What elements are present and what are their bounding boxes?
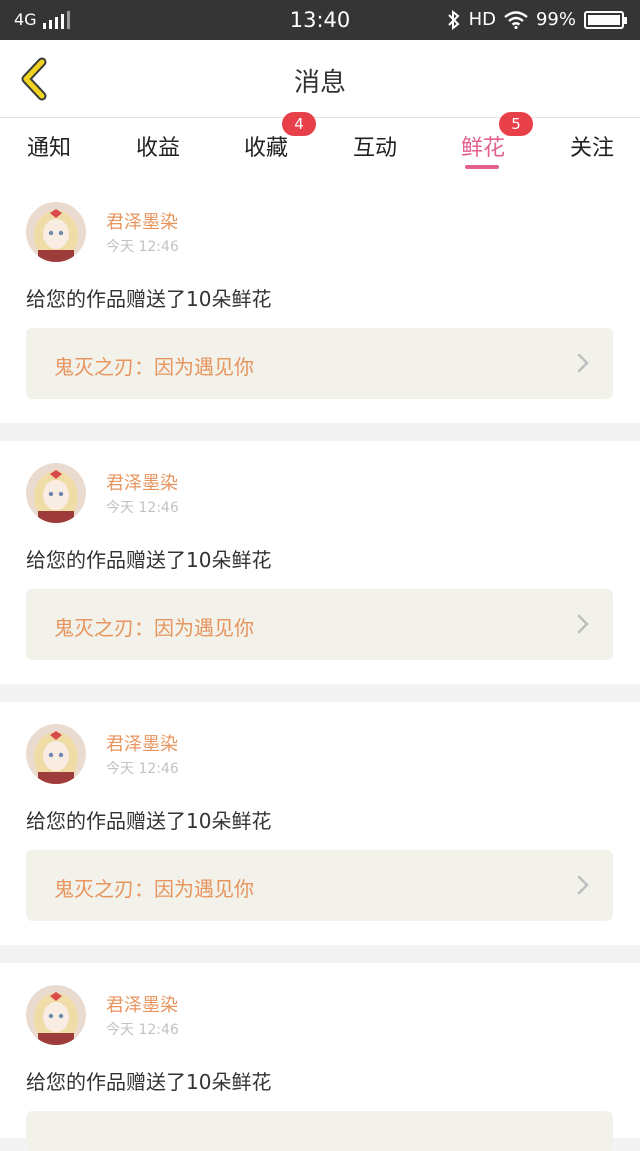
- username[interactable]: 君泽墨染: [106, 469, 178, 495]
- tab-notice[interactable]: 通知: [0, 130, 104, 162]
- message-text: 给您的作品赠送了10朵鲜花: [26, 809, 272, 833]
- chevron-right-icon: [577, 614, 589, 634]
- status-icons: HD 99%: [447, 9, 627, 30]
- work-link[interactable]: 鬼灭之刃：因为遇见你: [26, 328, 613, 399]
- tab-earnings[interactable]: 收益: [103, 130, 213, 162]
- work-link[interactable]: 鬼灭之刃：因为遇见你: [26, 589, 613, 660]
- work-link[interactable]: [26, 1111, 613, 1151]
- tab-bar: 通知 收益 收藏 互动 鲜花 关注: [0, 118, 640, 180]
- message-time: 今天 12:46: [106, 761, 179, 777]
- battery-icon: [584, 10, 627, 29]
- work-title: 鬼灭之刃：因为遇见你: [54, 616, 254, 640]
- favorites-badge: 4: [282, 112, 316, 136]
- message-time: 今天 12:46: [106, 500, 179, 516]
- username[interactable]: 君泽墨染: [106, 991, 178, 1017]
- flowers-badge: 5: [499, 112, 533, 136]
- chevron-right-icon: [577, 875, 589, 895]
- message-text: 给您的作品赠送了10朵鲜花: [26, 548, 272, 572]
- work-title: 鬼灭之刃：因为遇见你: [54, 355, 254, 379]
- username[interactable]: 君泽墨染: [106, 730, 178, 756]
- avatar[interactable]: [26, 724, 86, 784]
- message-text: 给您的作品赠送了10朵鲜花: [26, 1070, 272, 1094]
- work-link[interactable]: 鬼灭之刃：因为遇见你: [26, 850, 613, 921]
- status-bar: 4G 13:40 HD 99%: [0, 0, 640, 40]
- battery-level: [588, 14, 620, 25]
- bluetooth-icon: [447, 9, 460, 30]
- active-tab-indicator: [465, 165, 499, 169]
- hd-label: HD: [468, 9, 496, 30]
- message-card: 君泽墨染 今天 12:46 给您的作品赠送了10朵鲜花: [0, 963, 640, 1151]
- chevron-right-icon: [577, 353, 589, 373]
- message-time: 今天 12:46: [106, 239, 179, 255]
- avatar-image: [26, 202, 86, 262]
- tab-interaction[interactable]: 互动: [320, 130, 430, 162]
- message-text: 给您的作品赠送了10朵鲜花: [26, 287, 272, 311]
- work-title: 鬼灭之刃：因为遇见你: [54, 877, 254, 901]
- tab-follow[interactable]: 关注: [537, 130, 640, 162]
- message-card: 君泽墨染 今天 12:46 给您的作品赠送了10朵鲜花 鬼灭之刃：因为遇见你: [0, 702, 640, 945]
- avatar-image: [26, 985, 86, 1045]
- battery-percent: 99%: [535, 9, 576, 30]
- page-title: 消息: [293, 68, 346, 98]
- avatar-image: [26, 724, 86, 784]
- message-card: 君泽墨染 今天 12:46 给您的作品赠送了10朵鲜花 鬼灭之刃：因为遇见你: [0, 180, 640, 423]
- avatar-image: [26, 463, 86, 523]
- avatar[interactable]: [26, 202, 86, 262]
- avatar[interactable]: [26, 985, 86, 1045]
- message-card: 君泽墨染 今天 12:46 给您的作品赠送了10朵鲜花 鬼灭之刃：因为遇见你: [0, 441, 640, 684]
- avatar[interactable]: [26, 463, 86, 523]
- wifi-icon: [504, 10, 528, 29]
- header: 消息: [0, 40, 640, 118]
- message-time: 今天 12:46: [106, 1022, 179, 1038]
- username[interactable]: 君泽墨染: [106, 208, 178, 234]
